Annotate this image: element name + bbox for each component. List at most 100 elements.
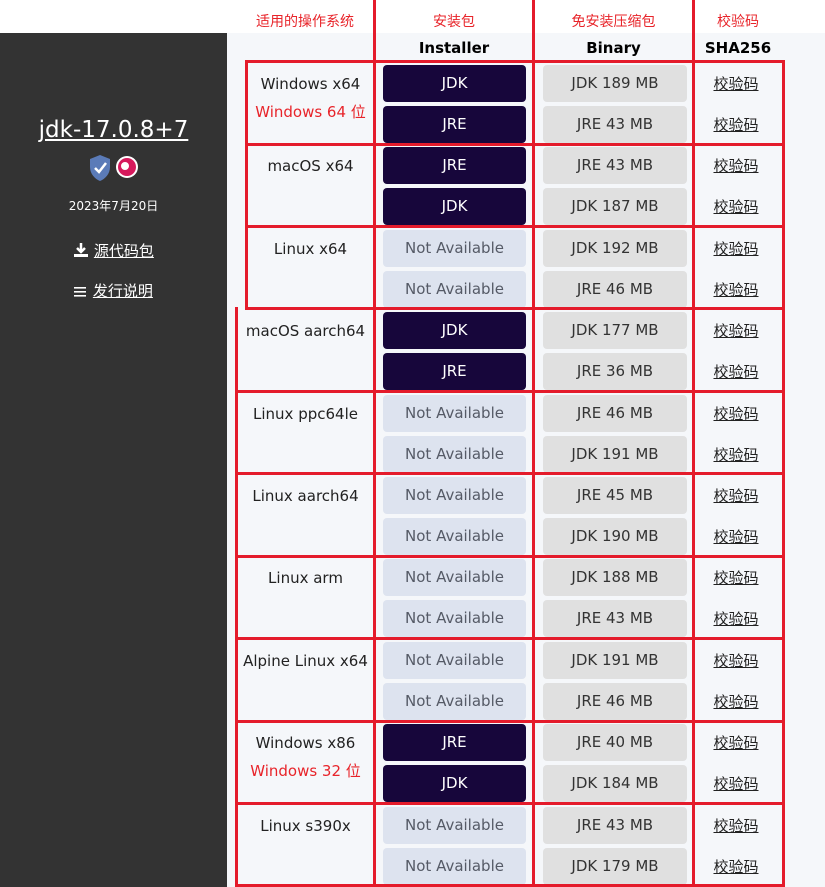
- release-notes-label: 发行说明: [92, 282, 153, 300]
- installer-download-button[interactable]: JDK: [383, 65, 526, 102]
- installer-unavailable: Not Available: [383, 848, 526, 885]
- annotation-line: [245, 60, 785, 63]
- binary-download-button[interactable]: JRE 43 MB: [543, 106, 687, 143]
- installer-unavailable: Not Available: [383, 600, 526, 637]
- annotation-line: [373, 0, 376, 887]
- checksum-link[interactable]: 校验码: [696, 733, 776, 753]
- os-cell: macOS x64: [247, 144, 374, 224]
- binary-download-button[interactable]: JDK 188 MB: [543, 559, 687, 596]
- release-date: 2023年7月20日: [68, 199, 159, 213]
- os-cell: Linux aarch64: [237, 474, 374, 554]
- installer-unavailable: Not Available: [383, 807, 526, 844]
- binary-download-button[interactable]: JDK 177 MB: [543, 312, 687, 349]
- binary-download-button[interactable]: JRE 45 MB: [543, 477, 687, 514]
- installer-unavailable: Not Available: [383, 477, 526, 514]
- header-installer-en: Installer: [418, 39, 490, 57]
- pink-badge-icon: [116, 156, 138, 178]
- annotation-line: [235, 802, 785, 805]
- header-os-cn: 适用的操作系统: [256, 14, 354, 30]
- checksum-link[interactable]: 校验码: [696, 74, 776, 94]
- os-cell: macOS aarch64: [237, 309, 374, 389]
- checksum-link[interactable]: 校验码: [696, 280, 776, 300]
- checksum-link[interactable]: 校验码: [696, 404, 776, 424]
- checksum-link[interactable]: 校验码: [696, 239, 776, 259]
- annotation-line: [235, 555, 785, 558]
- binary-download-button[interactable]: JRE 40 MB: [543, 724, 687, 761]
- annotation-line: [235, 637, 785, 640]
- binary-download-button[interactable]: JDK 191 MB: [543, 642, 687, 679]
- annotation-line: [235, 307, 238, 887]
- annotation-line: [532, 0, 535, 887]
- installer-unavailable: Not Available: [383, 642, 526, 679]
- binary-download-button[interactable]: JDK 191 MB: [543, 436, 687, 473]
- os-name: macOS x64: [267, 157, 354, 175]
- badge-group: [88, 153, 148, 183]
- checksum-link[interactable]: 校验码: [696, 857, 776, 877]
- installer-download-button[interactable]: JDK: [383, 188, 526, 225]
- binary-download-button[interactable]: JRE 36 MB: [543, 353, 687, 390]
- os-cell: Linux s390x: [237, 804, 374, 884]
- checksum-link[interactable]: 校验码: [696, 609, 776, 629]
- os-cell: Alpine Linux x64: [237, 639, 374, 719]
- os-cell: Linux x64: [247, 227, 374, 307]
- installer-download-button[interactable]: JRE: [383, 353, 526, 390]
- installer-download-button[interactable]: JRE: [383, 147, 526, 184]
- source-package-label: 源代码包: [93, 242, 154, 260]
- binary-download-button[interactable]: JDK 189 MB: [543, 65, 687, 102]
- installer-unavailable: Not Available: [383, 395, 526, 432]
- installer-download-button[interactable]: JDK: [383, 312, 526, 349]
- binary-download-button[interactable]: JRE 43 MB: [543, 147, 687, 184]
- binary-download-button[interactable]: JRE 46 MB: [543, 683, 687, 720]
- installer-unavailable: Not Available: [383, 436, 526, 473]
- checksum-link[interactable]: 校验码: [696, 527, 776, 547]
- os-name: Linux aarch64: [252, 487, 359, 505]
- os-cell: Linux ppc64le: [237, 392, 374, 472]
- os-cell: Windows x86 Windows 32 位: [237, 721, 374, 801]
- checksum-link[interactable]: 校验码: [696, 568, 776, 588]
- checksum-link[interactable]: 校验码: [696, 197, 776, 217]
- download-icon: [74, 243, 89, 257]
- os-cell: Windows x64 Windows 64 位: [247, 62, 374, 142]
- annotation-line: [235, 720, 785, 723]
- annotation-line: [245, 143, 785, 146]
- checksum-link[interactable]: 校验码: [696, 445, 776, 465]
- annotation-line: [235, 472, 785, 475]
- sidebar: jdk-17.0.8+7 2023年7月20日 源代码包 发行说明: [0, 33, 227, 887]
- annotation-line: [245, 307, 785, 310]
- header-installer-cn: 安装包: [433, 14, 475, 30]
- checksum-link[interactable]: 校验码: [696, 156, 776, 176]
- source-package-link[interactable]: 源代码包: [0, 240, 227, 262]
- checksum-link[interactable]: 校验码: [696, 692, 776, 712]
- os-name: Windows x64: [260, 75, 361, 93]
- installer-download-button[interactable]: JRE: [383, 724, 526, 761]
- binary-download-button[interactable]: JRE 46 MB: [543, 271, 687, 308]
- checksum-link[interactable]: 校验码: [696, 486, 776, 506]
- release-notes-link[interactable]: 发行说明: [0, 280, 227, 302]
- checksum-link[interactable]: 校验码: [696, 816, 776, 836]
- release-title-link[interactable]: jdk-17.0.8+7: [0, 113, 227, 147]
- annotation-line: [245, 225, 785, 228]
- checksum-link[interactable]: 校验码: [696, 321, 776, 341]
- os-name: Linux ppc64le: [253, 405, 358, 423]
- binary-download-button[interactable]: JDK 190 MB: [543, 518, 687, 555]
- installer-unavailable: Not Available: [383, 518, 526, 555]
- binary-download-button[interactable]: JDK 184 MB: [543, 765, 687, 802]
- installer-download-button[interactable]: JRE: [383, 106, 526, 143]
- binary-download-button[interactable]: JRE 43 MB: [543, 807, 687, 844]
- os-name: Windows x86: [255, 734, 356, 752]
- checksum-link[interactable]: 校验码: [696, 362, 776, 382]
- os-name: Linux s390x: [260, 817, 351, 835]
- installer-unavailable: Not Available: [383, 271, 526, 308]
- os-name: Linux arm: [268, 569, 343, 587]
- os-name: Linux x64: [273, 240, 348, 258]
- binary-download-button[interactable]: JDK 179 MB: [543, 848, 687, 885]
- os-name: macOS aarch64: [245, 322, 366, 340]
- binary-download-button[interactable]: JRE 43 MB: [543, 600, 687, 637]
- binary-download-button[interactable]: JRE 46 MB: [543, 395, 687, 432]
- binary-download-button[interactable]: JDK 192 MB: [543, 230, 687, 267]
- checksum-link[interactable]: 校验码: [696, 115, 776, 135]
- checksum-link[interactable]: 校验码: [696, 651, 776, 671]
- checksum-link[interactable]: 校验码: [696, 774, 776, 794]
- binary-download-button[interactable]: JDK 187 MB: [543, 188, 687, 225]
- installer-download-button[interactable]: JDK: [383, 765, 526, 802]
